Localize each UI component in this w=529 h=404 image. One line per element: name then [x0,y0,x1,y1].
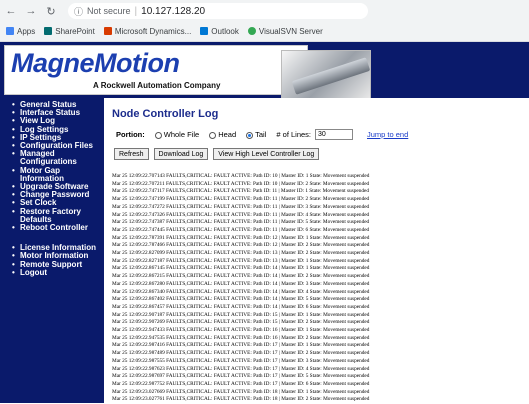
portion-label: Portion: [116,130,145,139]
log-line: Mar 25 12:09:22.867215 FAULTS,CRITICAL: … [112,273,370,280]
bookmark-label: VisualSVN Server [258,26,323,36]
address-bar[interactable]: ⓘ Not secure | 10.127.128.20 [68,3,368,19]
log-line: Mar 25 12:09:22.907269 FAULTS,CRITICAL: … [112,319,370,326]
page: MagneMotion A Rockwell Automation Compan… [0,42,529,403]
log-line: Mar 25 12:09:22.747326 FAULTS,CRITICAL: … [112,211,370,218]
log-line: Mar 25 12:09:22.987555 FAULTS,CRITICAL: … [112,357,370,364]
bookmark-label: Microsoft Dynamics... [114,26,192,36]
log-line: Mar 25 12:09:22.867402 FAULTS,CRITICAL: … [112,296,370,303]
log-line: Mar 25 12:09:22.947535 FAULTS,CRITICAL: … [112,334,370,341]
sidebar-link[interactable]: Logout [0,268,104,277]
lines-label: # of Lines: [276,130,311,139]
info-icon: ⓘ [74,6,84,17]
sidebar-link[interactable]: Motor Gap Information [0,166,104,183]
sidebar-link[interactable]: Managed Configurations [0,150,104,167]
microsoft-icon [103,27,112,35]
main-content: Node Controller Log Portion: Whole File … [104,98,529,403]
radio-label: Tail [255,130,267,139]
button-row: Refresh Download Log View High Level Con… [114,148,320,160]
header-banner: MagneMotion A Rockwell Automation Compan… [0,42,529,99]
bookmark-label: Apps [17,26,36,36]
radio-icon [209,131,217,139]
log-line: Mar 25 12:09:22.827187 FAULTS,CRITICAL: … [112,257,370,264]
radio-label: Head [218,130,237,139]
forward-arrow-icon[interactable]: → [24,5,38,17]
log-line: Mar 25 12:09:22.707211 FAULTS,CRITICAL: … [112,180,370,187]
bookmark-outlook[interactable]: Outlook [200,27,239,36]
log-line: Mar 25 12:09:22.987697 FAULTS,CRITICAL: … [112,373,370,380]
sidebar-link[interactable]: Remote Support [0,260,104,269]
log-line: Mar 25 12:09:22.987489 FAULTS,CRITICAL: … [112,350,370,357]
visualsvn-icon [247,27,256,35]
browser-toolbar: ← → ↻ ⓘ Not secure | 10.127.128.20 [0,0,529,22]
apps-grid-icon [6,27,14,35]
browser-chrome: ← → ↻ ⓘ Not secure | 10.127.128.20 Apps … [0,0,529,42]
log-line: Mar 25 12:09:22.867280 FAULTS,CRITICAL: … [112,280,370,287]
view-high-level-log-button[interactable]: View High Level Controller Log [213,148,320,160]
outlook-icon [200,27,209,35]
log-line: Mar 25 12:09:22.787466 FAULTS,CRITICAL: … [112,242,370,249]
separator: | [134,5,138,17]
sidebar-link[interactable]: Restore Factory Defaults [0,207,104,224]
download-log-button[interactable]: Download Log [153,148,209,160]
log-line: Mar 25 12:09:22.867145 FAULTS,CRITICAL: … [112,265,370,272]
log-line: Mar 25 12:09:22.707143 FAULTS,CRITICAL: … [112,173,370,179]
radio-icon [154,131,162,139]
log-line: Mar 25 12:09:22.987623 FAULTS,CRITICAL: … [112,365,370,372]
radio-whole-file[interactable]: Whole File [154,130,200,139]
bookmark-label: SharePoint [55,26,95,36]
log-line: Mar 25 12:09:23.027669 FAULTS,CRITICAL: … [112,388,370,395]
log-line: Mar 25 12:09:22.867457 FAULTS,CRITICAL: … [112,303,370,310]
reload-icon[interactable]: ↻ [44,5,58,18]
sharepoint-icon [44,27,53,35]
log-line: Mar 25 12:09:22.947433 FAULTS,CRITICAL: … [112,327,370,334]
log-line: Mar 25 12:09:22.747387 FAULTS,CRITICAL: … [112,219,370,226]
sidebar-link[interactable]: Reboot Controller [0,223,104,232]
log-line: Mar 25 12:09:22.747199 FAULTS,CRITICAL: … [112,196,370,203]
log-line: Mar 25 12:09:22.987752 FAULTS,CRITICAL: … [112,380,370,387]
log-line: Mar 25 12:09:22.747272 FAULTS,CRITICAL: … [112,203,370,210]
log-output: Mar 25 12:09:22.707143 FAULTS,CRITICAL: … [112,173,527,404]
bookmark-dynamics[interactable]: Microsoft Dynamics... [103,26,192,36]
radio-selected-icon [246,131,254,139]
lines-input[interactable] [315,129,353,140]
bookmark-label: Outlook [211,26,239,36]
bookmark-sharepoint[interactable]: SharePoint [44,27,95,36]
portion-controls: Portion: Whole File Head Tail # of Lines… [116,129,408,140]
bookmark-apps[interactable]: Apps [6,27,35,36]
log-line: Mar 25 12:09:22.867340 FAULTS,CRITICAL: … [112,288,370,295]
radio-head[interactable]: Head [209,130,236,139]
logo-subtitle: A Rockwell Automation Company [93,81,221,90]
back-arrow-icon[interactable]: ← [4,5,18,17]
url-text: 10.127.128.20 [141,5,206,17]
log-line: Mar 25 12:09:22.787391 FAULTS,CRITICAL: … [112,234,370,241]
page-title: Node Controller Log [112,108,219,120]
radio-tail[interactable]: Tail [246,130,266,139]
bookmark-visualsvn[interactable]: VisualSVN Server [247,26,323,36]
logo-name: MagneMotion [11,48,180,78]
refresh-button[interactable]: Refresh [114,148,149,160]
bookmarks-bar: Apps SharePoint Microsoft Dynamics... Ou… [0,22,529,40]
log-line: Mar 25 12:09:22.827099 FAULTS,CRITICAL: … [112,250,370,257]
log-line: Mar 25 12:09:22.747445 FAULTS,CRITICAL: … [112,226,370,233]
log-line: Mar 25 12:09:22.907187 FAULTS,CRITICAL: … [112,311,370,318]
radio-label: Whole File [163,130,200,139]
logo: MagneMotion A Rockwell Automation Compan… [4,45,371,99]
jump-to-end-link[interactable]: Jump to end [367,130,408,139]
log-line: Mar 25 12:09:22.747117 FAULTS,CRITICAL: … [112,188,370,195]
security-label: Not secure [87,6,131,16]
sidebar: General StatusInterface StatusView LogLo… [0,98,104,403]
product-image [281,50,371,99]
log-line: Mar 25 12:09:22.987416 FAULTS,CRITICAL: … [112,342,370,349]
